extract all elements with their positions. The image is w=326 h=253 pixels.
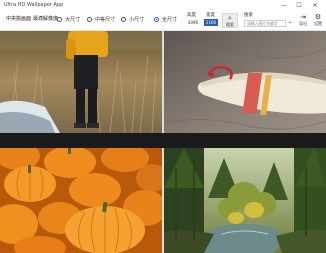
wallpaper-tile-person[interactable] xyxy=(0,31,162,133)
width-value[interactable]: 2160 xyxy=(204,19,218,26)
search-label: 搜索 xyxy=(244,13,253,18)
wallpaper-image xyxy=(164,148,326,253)
search-button[interactable]: ⌕ 搜索 xyxy=(222,13,238,28)
size-option-large[interactable]: 大尺寸 xyxy=(57,14,80,25)
wallpaper-tile-forest[interactable] xyxy=(164,148,326,253)
size-option-small[interactable]: 小尺寸 xyxy=(121,14,144,25)
maximize-button[interactable]: ☐ xyxy=(293,0,305,11)
wallpaper-grid xyxy=(0,31,326,253)
minimize-button[interactable]: — xyxy=(278,0,290,11)
window-title: Ultra HD Wallpaper App xyxy=(4,2,64,8)
wallpaper-image xyxy=(0,31,162,133)
height-value[interactable]: 4096 xyxy=(186,19,200,26)
toolbar: 中央揃画面 最適解像度 大尺寸 中等尺寸 小尺寸 全尺寸 高度 4096 宽度 … xyxy=(0,11,326,31)
radio-selected-icon xyxy=(154,17,159,22)
row-separator xyxy=(0,133,326,148)
title-bar: Ultra HD Wallpaper App — ☐ ✕ xyxy=(0,0,326,11)
center-screen-button[interactable]: 中央揃画面 xyxy=(4,14,33,25)
close-button[interactable]: ✕ xyxy=(309,0,321,11)
best-resolution-button[interactable]: 最適解像度 xyxy=(31,14,60,25)
wallpaper-image xyxy=(0,148,162,253)
settings-button[interactable]: ⚙ 设置 xyxy=(311,13,325,28)
wallpaper-image xyxy=(164,31,326,133)
width-label: 宽度 xyxy=(206,13,215,18)
wallpaper-tile-pumpkins[interactable] xyxy=(0,148,162,253)
size-option-medium[interactable]: 中等尺寸 xyxy=(87,14,115,25)
settings-label: 设置 xyxy=(314,21,322,26)
wallpaper-tile-surfboard[interactable] xyxy=(164,31,326,133)
app-window: Ultra HD Wallpaper App — ☐ ✕ 中央揃画面 最適解像度… xyxy=(0,0,326,253)
search-go-icon[interactable]: → xyxy=(286,20,293,27)
size-option-full[interactable]: 全尺寸 xyxy=(154,14,177,25)
export-icon: ⇥ xyxy=(300,13,306,21)
radio-icon xyxy=(57,17,62,22)
gear-icon: ⚙ xyxy=(314,13,322,21)
radio-icon xyxy=(87,17,92,22)
radio-icon xyxy=(121,17,126,22)
export-button[interactable]: ⇥ 导出 xyxy=(295,13,311,28)
search-icon: ⌕ xyxy=(228,14,232,22)
height-label: 高度 xyxy=(187,13,196,18)
search-input[interactable]: 请输入图片关键字 xyxy=(244,20,286,27)
